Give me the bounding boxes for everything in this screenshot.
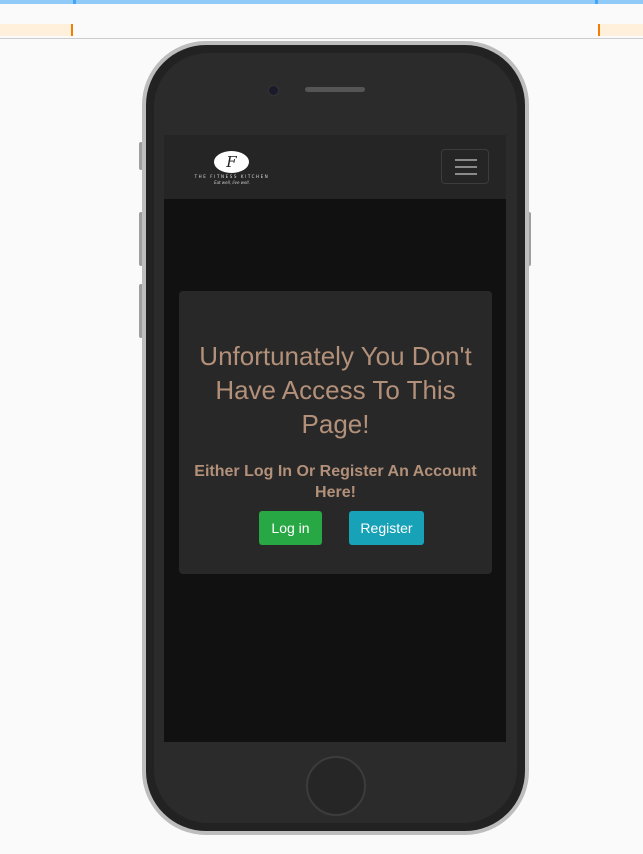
ruler-marker[interactable] bbox=[598, 24, 600, 36]
breakpoint-marker[interactable] bbox=[73, 0, 76, 4]
speaker-grille bbox=[305, 87, 365, 92]
navbar: F THE FITNESS KITCHEN Eat well, live wel… bbox=[164, 135, 506, 199]
phone-screen: F THE FITNESS KITCHEN Eat well, live wel… bbox=[164, 135, 506, 742]
home-button[interactable] bbox=[306, 756, 366, 816]
devtools-media-query-bar bbox=[0, 0, 643, 4]
navbar-toggle-button[interactable] bbox=[441, 149, 489, 184]
divider bbox=[0, 38, 643, 39]
devtools-ruler-bar bbox=[0, 24, 643, 36]
login-button[interactable]: Log in bbox=[259, 511, 322, 545]
page-subtitle: Either Log In Or Register An Account Her… bbox=[194, 463, 477, 501]
register-button[interactable]: Register bbox=[349, 511, 424, 545]
page-title: Unfortunately You Don't Have Access To T… bbox=[199, 341, 472, 439]
breakpoint-marker[interactable] bbox=[595, 0, 598, 4]
logo-name: THE FITNESS KITCHEN bbox=[194, 174, 270, 179]
logo-tagline: Eat well, live well. bbox=[214, 180, 250, 185]
logo-mark: F bbox=[214, 151, 249, 173]
ruler-marker[interactable] bbox=[71, 24, 73, 36]
camera-icon bbox=[268, 85, 279, 96]
access-denied-card: Unfortunately You Don't Have Access To T… bbox=[179, 291, 492, 574]
